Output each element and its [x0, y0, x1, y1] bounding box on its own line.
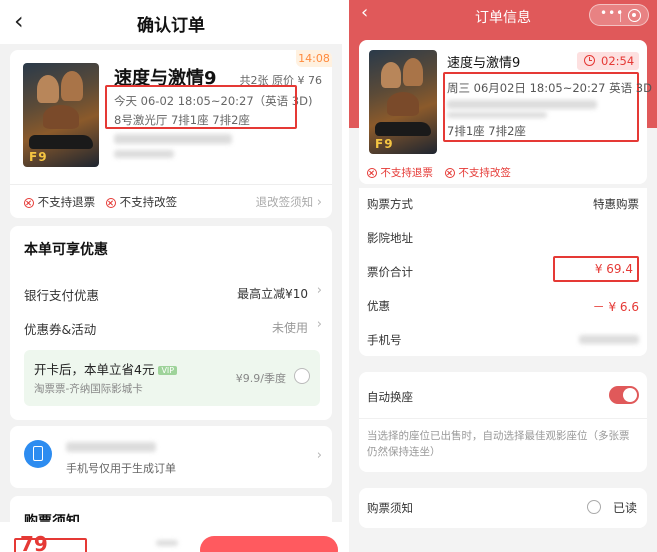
promo-price: ¥9.9/季度 — [235, 372, 286, 385]
movie-poster-image: F9 — [23, 63, 99, 167]
discount-card: 本单可享优惠 银行支付优惠 最高立减¥10 › 优惠券&活动 未使用 › 开卡后… — [10, 226, 332, 420]
clock-icon — [584, 55, 595, 66]
page-title: 确认订单 — [137, 16, 205, 36]
countdown-timer: 02:54 — [577, 52, 639, 70]
refund-notice-link[interactable]: 退改签须知 › — [256, 194, 322, 210]
pay-button[interactable] — [200, 536, 338, 552]
chevron-right-icon: › — [316, 195, 322, 210]
no-refund-label: 不支持退票 — [37, 195, 96, 209]
redacted-text — [447, 100, 597, 109]
left-screen: ‹ 确认订单 14:08 F9 速度与激情9 共2张 原价 ¥ 76 今天 06… — [0, 0, 342, 552]
auto-seat-label: 自动换座 — [367, 390, 413, 404]
right-screen: ‹ 订单信息 ••• F9 速度与激情9 02:54 周三 06月02日 18:… — [349, 0, 657, 552]
redacted-phone — [66, 442, 156, 452]
no-change-policy: 不支持改签 — [106, 194, 177, 210]
seat-text: 7排1座 7排2座 — [447, 124, 526, 138]
promo-radio[interactable] — [294, 368, 310, 384]
no-refund-label: 不支持退票 — [380, 167, 433, 179]
order-movie-card: F9 速度与激情9 02:54 周三 06月02日 18:05~20:27 英语… — [359, 40, 652, 184]
divider — [359, 418, 647, 419]
x-circle-icon — [24, 197, 34, 208]
redacted-text — [156, 540, 178, 546]
countdown-timer: 14:08 — [296, 50, 332, 67]
cinema-address-label: 影院地址 — [367, 231, 413, 245]
ticket-total-value: ¥ 69.4 — [594, 262, 633, 276]
promo-title: 开卡后，本单立省4元 VIP — [34, 359, 178, 378]
ticket-total-label: 票价合计 — [367, 265, 413, 279]
purchase-method-label: 购票方式 — [367, 197, 413, 211]
countdown-value: 02:54 — [601, 54, 635, 68]
chevron-right-icon: › — [316, 448, 322, 463]
coupon-row[interactable]: 优惠券&活动 未使用 › — [10, 310, 332, 344]
redacted-text — [114, 150, 174, 158]
read-label: 已读 — [612, 501, 637, 515]
membership-promo[interactable]: 开卡后，本单立省4元 VIP 淘票票-齐纳国际影城卡 ¥9.9/季度 — [24, 350, 320, 406]
no-change-label: 不支持改签 — [458, 167, 511, 179]
divider — [10, 184, 332, 185]
x-circle-icon — [445, 168, 455, 178]
refund-notice-label[interactable]: 退改签须知 — [256, 195, 314, 209]
movie-card: 14:08 F9 速度与激情9 共2张 原价 ¥ 76 今天 06-02 18:… — [10, 50, 332, 218]
no-change-policy: 不支持改签 — [445, 165, 511, 180]
showtime-text: 周三 06月02日 18:05~20:27 英语 3D — [447, 81, 652, 95]
promo-subtitle: 淘票票-齐纳国际影城卡 — [34, 383, 143, 395]
purchase-notice-label: 购票须知 — [367, 501, 413, 515]
no-refund-policy: 不支持退票 — [367, 165, 433, 180]
vip-badge: VIP — [158, 366, 178, 375]
movie-poster-image: F9 — [369, 50, 437, 154]
movie-title: 速度与激情9 — [447, 56, 521, 71]
read-radio[interactable] — [587, 500, 601, 514]
redacted-phone — [579, 335, 639, 344]
chevron-right-icon: › — [316, 317, 322, 332]
chevron-right-icon: › — [316, 283, 322, 298]
no-refund-policy: 不支持退票 — [24, 194, 95, 210]
phone-label: 手机号 — [367, 333, 402, 347]
left-header: ‹ 确认订单 — [0, 0, 342, 44]
x-circle-icon — [367, 168, 377, 178]
phone-note: 手机号仅用于生成订单 — [66, 462, 176, 475]
phone-card[interactable]: 手机号仅用于生成订单 › — [10, 426, 332, 488]
bank-discount-row[interactable]: 银行支付优惠 最高立减¥10 › — [10, 276, 332, 310]
order-detail-card: 购票方式 特惠购票 影院地址 票价合计 ¥ 69.4 优惠 － ¥ 6.6 手机… — [359, 188, 647, 356]
auto-seat-card: 自动换座 当选择的座位已出售时，自动选择最佳观影座位（多张票仍然保持连坐） — [359, 372, 647, 472]
bottom-bar: 79 — [0, 522, 342, 552]
discount-label: 优惠 — [367, 299, 390, 313]
auto-seat-toggle[interactable] — [609, 386, 639, 404]
purchase-notice-row[interactable]: 购票须知 已读 — [359, 488, 647, 528]
x-circle-icon — [106, 197, 116, 208]
promo-title-text: 开卡后，本单立省4元 — [34, 362, 155, 377]
phone-icon — [24, 440, 52, 468]
redacted-text — [447, 112, 547, 118]
highlight-box — [105, 85, 297, 129]
highlight-box — [14, 538, 87, 552]
coupon-value: 未使用 — [271, 321, 308, 335]
bank-discount-label: 银行支付优惠 — [24, 288, 100, 303]
redacted-text — [114, 134, 232, 144]
auto-seat-description: 当选择的座位已出售时，自动选择最佳观影座位（多张票仍然保持连坐） — [367, 430, 630, 458]
discount-value: － ¥ 6.6 — [592, 300, 639, 314]
discount-heading: 本单可享优惠 — [24, 242, 108, 258]
no-change-label: 不支持改签 — [119, 195, 178, 209]
close-circle-icon[interactable] — [628, 9, 641, 22]
purchase-method-value: 特惠购票 — [593, 197, 639, 211]
coupon-label: 优惠券&活动 — [24, 322, 97, 337]
bank-discount-value: 最高立减¥10 — [237, 287, 308, 301]
mini-program-capsule: ••• — [589, 4, 649, 26]
